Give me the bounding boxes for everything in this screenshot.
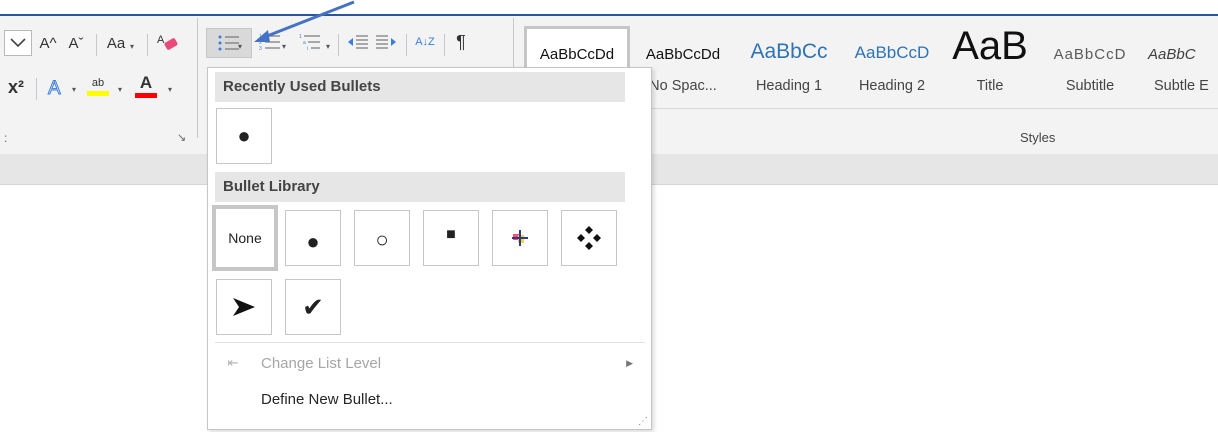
style-tile-title[interactable]: AaB Title [942,24,1038,96]
divider [96,34,97,56]
bullet-square[interactable]: ■ [423,210,479,266]
decrease-indent-icon: ⇤ [227,355,239,370]
sort-button[interactable]: A↓Z [414,30,436,54]
highlight-swatch [87,90,109,96]
style-tile-subtitle[interactable]: AaBbCcD Subtitle [1040,26,1140,96]
style-tile-heading-2[interactable]: AaBbCcD Heading 2 [842,26,942,96]
style-sample: AaB [952,24,1028,68]
svg-text:A: A [157,34,165,46]
submenu-arrow-icon: ▶ [626,357,633,368]
bullet-glyph: ○ [375,227,389,252]
change-case-button[interactable]: Aa [104,32,128,54]
define-new-bullet-item[interactable]: Define New Bullet... [215,384,645,414]
font-color-button[interactable]: A [132,72,160,100]
bullets-dropdown: Recently Used Bullets ● Bullet Library N… [207,67,652,430]
bullet-glyph: ● [306,229,320,254]
text-effects-icon[interactable]: A [44,74,68,100]
svg-text:A: A [48,78,61,97]
bullet-glyph: ✔ [302,291,324,322]
chevron-down-icon[interactable]: ▾ [118,85,122,94]
bullet-hollow-circle[interactable]: ○ [354,210,410,266]
style-sample: AaBbC [1148,46,1196,63]
change-list-level-item[interactable]: ⇤ Change List Level ▶ [215,348,645,378]
chevron-down-icon[interactable]: ▾ [168,85,172,94]
define-new-bullet-label: Define New Bullet... [261,390,393,408]
highlight-color-button[interactable]: ab [84,72,112,100]
change-list-level-label: Change List Level [261,354,382,372]
style-name: Subtitle [1065,78,1115,94]
bullet-arrowhead[interactable] [216,279,272,335]
style-sample: AaBbCcD [854,43,930,62]
font-color-swatch [135,93,157,98]
resize-grip-icon[interactable]: ⋰ [638,416,648,427]
chevron-down-icon[interactable]: ▾ [130,42,134,51]
annotation-arrow [254,0,355,42]
divider [444,34,445,56]
styles-group-label: Styles [1020,130,1056,145]
bullet-four-diamond[interactable] [561,210,617,266]
style-tile-heading-1[interactable]: AaBbCc Heading 1 [736,26,842,96]
recent-bullet-filled-circle[interactable]: ● [216,108,272,164]
divider [36,78,37,100]
bullet-library-header: Bullet Library [215,172,625,202]
style-sample: AaBbCc [750,40,828,63]
chevron-down-icon[interactable]: ▾ [72,85,76,94]
dialog-launcher-icon[interactable]: ↘ [177,131,186,144]
divider [652,108,1218,109]
bullet-colored-cross[interactable] [492,210,548,266]
bullet-glyph: ■ [446,226,456,243]
style-sample: AaBbCcDd [645,46,721,63]
style-sample: AaBbCcDd [539,46,615,63]
font-size-dropdown-icon[interactable] [4,30,32,56]
colored-cross-icon [512,230,528,246]
shrink-font-icon[interactable]: Aˇ [66,32,86,54]
style-name: Heading 1 [755,78,823,94]
style-sample: AaBbCcD [1053,46,1127,63]
style-tile-subtle-emphasis[interactable]: AaBbC Subtle E [1144,26,1218,96]
recently-used-header: Recently Used Bullets [215,72,625,102]
divider [147,34,148,56]
group-divider [197,18,198,138]
divider [406,34,407,56]
bullet-filled-circle[interactable]: ● [285,210,341,266]
style-name: Title [976,78,1004,94]
bullet-none-label: None [228,230,262,246]
grow-font-icon[interactable]: A^ [38,32,58,54]
bullet-none[interactable]: None [212,205,278,271]
four-diamond-icon [577,226,601,250]
arrowhead-icon [233,298,255,316]
clear-formatting-icon[interactable]: A [154,30,182,56]
style-name: Subtle E [1154,78,1209,94]
style-name: Heading 2 [858,78,926,94]
group-label-fragment: : [4,131,8,145]
superscript-button[interactable]: x² [4,74,28,100]
show-formatting-marks-button[interactable]: ¶ [450,30,472,54]
increase-indent-icon[interactable] [374,30,398,54]
bullet-checkmark[interactable]: ✔ [285,279,341,335]
menu-divider [215,342,645,343]
bullet-glyph: ● [237,123,251,148]
font-color-label: A [139,73,153,92]
highlight-label: ab [91,76,105,89]
